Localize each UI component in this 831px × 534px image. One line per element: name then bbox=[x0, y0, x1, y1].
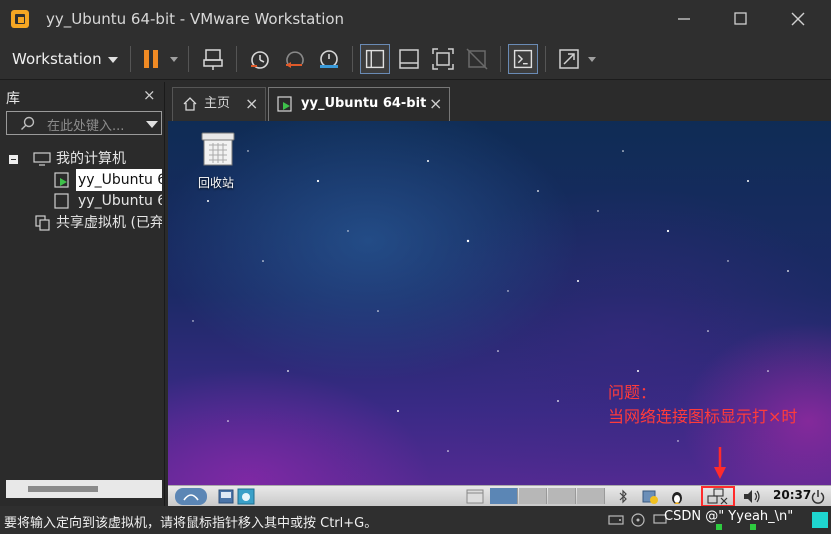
cd-drive-icon[interactable] bbox=[630, 513, 646, 527]
desktop-icon[interactable] bbox=[237, 488, 255, 505]
updater-icon[interactable] bbox=[641, 488, 659, 505]
vm-icon bbox=[54, 193, 69, 209]
activity-indicator bbox=[750, 524, 756, 530]
guest-taskbar: 20:37 bbox=[168, 485, 831, 506]
tab-vm-label: yy_Ubuntu 64-bit bbox=[301, 96, 427, 111]
title-bar: yy_Ubuntu 64-bit - VMware Workstation bbox=[0, 0, 831, 38]
tree-label-vm1: yy_Ubuntu 6 bbox=[76, 169, 162, 191]
tree-label-shared: 共享虚拟机 (已弃 bbox=[56, 215, 162, 231]
library-horizontal-scrollbar[interactable] bbox=[6, 480, 162, 498]
collapse-icon[interactable] bbox=[9, 155, 18, 164]
workstation-menu-label: Workstation bbox=[12, 50, 102, 68]
status-bar: 要将输入定向到该虚拟机，请将鼠标指针移入其中或按 Ctrl+G。 CSDN @"… bbox=[0, 506, 831, 534]
toolbar-divider bbox=[130, 46, 131, 72]
window-title: yy_Ubuntu 64-bit - VMware Workstation bbox=[46, 10, 345, 28]
starfield-background bbox=[192, 150, 789, 452]
computer-icon bbox=[33, 152, 51, 166]
bluetooth-icon[interactable] bbox=[618, 488, 628, 505]
chevron-down-icon bbox=[107, 56, 118, 63]
red-arrow-annotation bbox=[714, 447, 726, 479]
guest-clock[interactable]: 20:37 bbox=[773, 488, 811, 502]
guest-menu-icon[interactable] bbox=[174, 488, 208, 505]
snapshot-icon[interactable] bbox=[245, 44, 275, 74]
library-tree: 我的计算机 yy_Ubuntu 6 yy_Ubuntu 6 共享虚拟机 (已弃 bbox=[6, 142, 162, 482]
search-dropdown-icon[interactable] bbox=[146, 121, 158, 128]
revert-snapshot-icon[interactable] bbox=[280, 44, 310, 74]
tab-vm-close-icon[interactable]: × bbox=[429, 88, 442, 120]
tab-bar: 主页 × yy_Ubuntu 64-bit × bbox=[168, 87, 831, 121]
pause-dropdown-icon[interactable] bbox=[170, 57, 178, 62]
workspace-1[interactable] bbox=[490, 488, 518, 504]
trash-icon[interactable] bbox=[198, 131, 238, 167]
toolbar-divider bbox=[500, 46, 501, 72]
status-indicator-icon[interactable] bbox=[812, 512, 828, 528]
toolbar-divider bbox=[545, 46, 546, 72]
hard-disk-icon[interactable] bbox=[608, 513, 624, 527]
toolbar: Workstation bbox=[0, 38, 831, 80]
volume-icon[interactable] bbox=[742, 488, 762, 505]
tab-home-label: 主页 bbox=[204, 96, 231, 111]
maximize-icon[interactable] bbox=[728, 8, 752, 30]
annotation-line-1: 问题： bbox=[608, 383, 657, 402]
shared-vm-icon bbox=[35, 215, 50, 231]
toolbar-divider bbox=[188, 46, 189, 72]
vm-running-icon bbox=[54, 172, 69, 188]
search-icon bbox=[21, 116, 35, 131]
home-icon bbox=[183, 97, 197, 111]
show-library-icon[interactable] bbox=[360, 44, 390, 74]
unity-mode-icon[interactable] bbox=[462, 44, 492, 74]
power-icon[interactable] bbox=[810, 488, 826, 505]
csdn-watermark: CSDN @" Yyeah_\n" bbox=[664, 509, 794, 524]
workspace-2[interactable] bbox=[519, 488, 547, 504]
trash-label: 回收站 bbox=[198, 176, 235, 190]
close-window-icon[interactable] bbox=[786, 8, 810, 30]
console-view-icon[interactable] bbox=[508, 44, 538, 74]
toolbar-divider bbox=[352, 46, 353, 72]
vm-display[interactable]: 回收站 问题： 当网络连接图标显示打×时 20:37 bbox=[168, 121, 831, 506]
library-title: 库 bbox=[6, 91, 20, 107]
toolbar-divider bbox=[236, 46, 237, 72]
workspace-3[interactable] bbox=[548, 488, 576, 504]
tab-home[interactable]: 主页 × bbox=[172, 87, 266, 121]
search-placeholder: 在此处键入... bbox=[47, 119, 125, 134]
status-message: 要将输入定向到该虚拟机，请将鼠标指针移入其中或按 Ctrl+G。 bbox=[4, 516, 378, 531]
scrollbar-thumb[interactable] bbox=[28, 486, 98, 492]
vm-running-icon bbox=[277, 96, 292, 112]
annotation-line-2: 当网络连接图标显示打×时 bbox=[608, 407, 798, 426]
tab-home-close-icon[interactable]: × bbox=[245, 88, 258, 120]
workstation-menu-button[interactable]: Workstation bbox=[6, 46, 124, 72]
pause-icon[interactable] bbox=[137, 44, 167, 74]
full-screen-icon[interactable] bbox=[428, 44, 458, 74]
library-search-input[interactable]: 在此处键入... bbox=[6, 111, 162, 135]
tree-label-vm2: yy_Ubuntu 6 bbox=[78, 193, 162, 209]
tux-icon[interactable] bbox=[669, 488, 685, 505]
window-list-icon[interactable] bbox=[466, 488, 484, 505]
send-keys-icon[interactable] bbox=[199, 44, 229, 74]
file-manager-icon[interactable] bbox=[218, 488, 234, 505]
snapshot-manager-icon[interactable] bbox=[314, 44, 344, 74]
minimize-icon[interactable] bbox=[672, 8, 696, 30]
library-close-button[interactable]: × bbox=[143, 86, 156, 104]
stretch-guest-icon[interactable] bbox=[554, 44, 584, 74]
activity-indicator bbox=[716, 524, 722, 530]
vmware-logo-icon bbox=[11, 10, 29, 28]
network-icon-highlight bbox=[701, 486, 735, 506]
stretch-dropdown-icon[interactable] bbox=[588, 57, 596, 62]
thumbnail-bar-icon[interactable] bbox=[394, 44, 424, 74]
library-panel: 库 × 在此处键入... 我的计算机 yy_Ubuntu 6 yy_Ubuntu… bbox=[0, 82, 165, 506]
workspace-4[interactable] bbox=[577, 488, 605, 504]
tab-vm[interactable]: yy_Ubuntu 64-bit × bbox=[268, 87, 450, 121]
tree-item-my-computer[interactable]: 我的计算机 bbox=[6, 148, 162, 170]
tree-label-my-computer: 我的计算机 bbox=[56, 151, 126, 167]
